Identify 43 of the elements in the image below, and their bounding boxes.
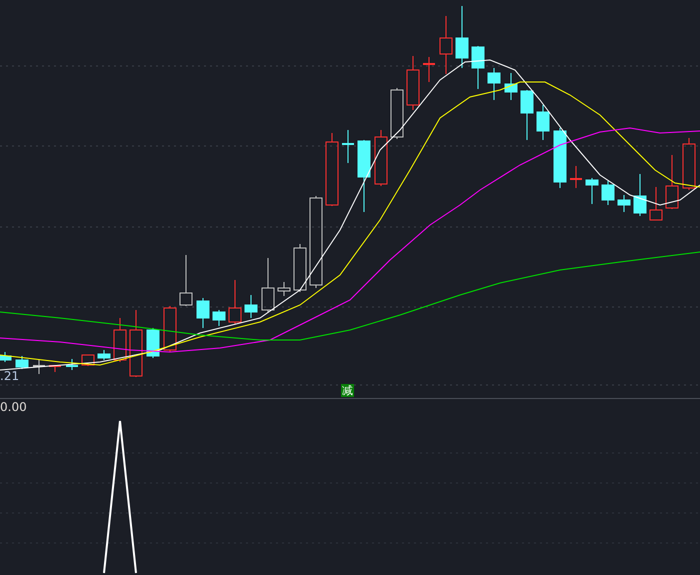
- candlestick: [16, 356, 28, 370]
- candlestick: [504, 72, 518, 100]
- candlestick: [146, 328, 160, 358]
- candlestick: [33, 360, 45, 374]
- candlestick: [634, 174, 646, 216]
- candlestick: [666, 154, 678, 210]
- candlestick: [682, 138, 696, 190]
- indicator-value: 0.00: [0, 400, 27, 414]
- candlestick: [82, 354, 94, 366]
- candlestick: [406, 56, 420, 110]
- candlestick: [164, 306, 176, 352]
- candlestick: [472, 46, 484, 90]
- candlestick: [650, 186, 662, 220]
- candlestick: [66, 358, 78, 370]
- candlestick: [570, 166, 582, 188]
- candlestick: [228, 280, 242, 324]
- candlestick: [130, 310, 142, 378]
- candlestick: [0, 352, 12, 362]
- candlestick: [440, 16, 452, 74]
- candlestick: [618, 194, 630, 212]
- candlestick: [390, 88, 404, 140]
- candlestick: [180, 254, 192, 306]
- candlestick: [244, 294, 258, 318]
- candlestick: [262, 258, 274, 312]
- candlestick: [278, 282, 290, 296]
- candlestick: [520, 90, 534, 140]
- candlestick: [456, 6, 468, 68]
- candlestick: [586, 178, 598, 204]
- candlestick: [49, 364, 61, 372]
- candlestick: [374, 130, 388, 186]
- candlestick: [423, 56, 435, 82]
- candlestick: [212, 310, 226, 326]
- price-label: .21: [0, 369, 20, 383]
- candlestick: [294, 244, 306, 292]
- candlestick: [536, 104, 550, 140]
- candlestick: [196, 298, 210, 328]
- candlestick: [98, 350, 110, 360]
- signal-badge: 减: [341, 384, 354, 397]
- candlestick: [554, 128, 566, 188]
- candlestick: [114, 318, 126, 362]
- candlestick: [488, 68, 500, 100]
- candlestick: [602, 180, 614, 206]
- candlestick: [342, 130, 354, 164]
